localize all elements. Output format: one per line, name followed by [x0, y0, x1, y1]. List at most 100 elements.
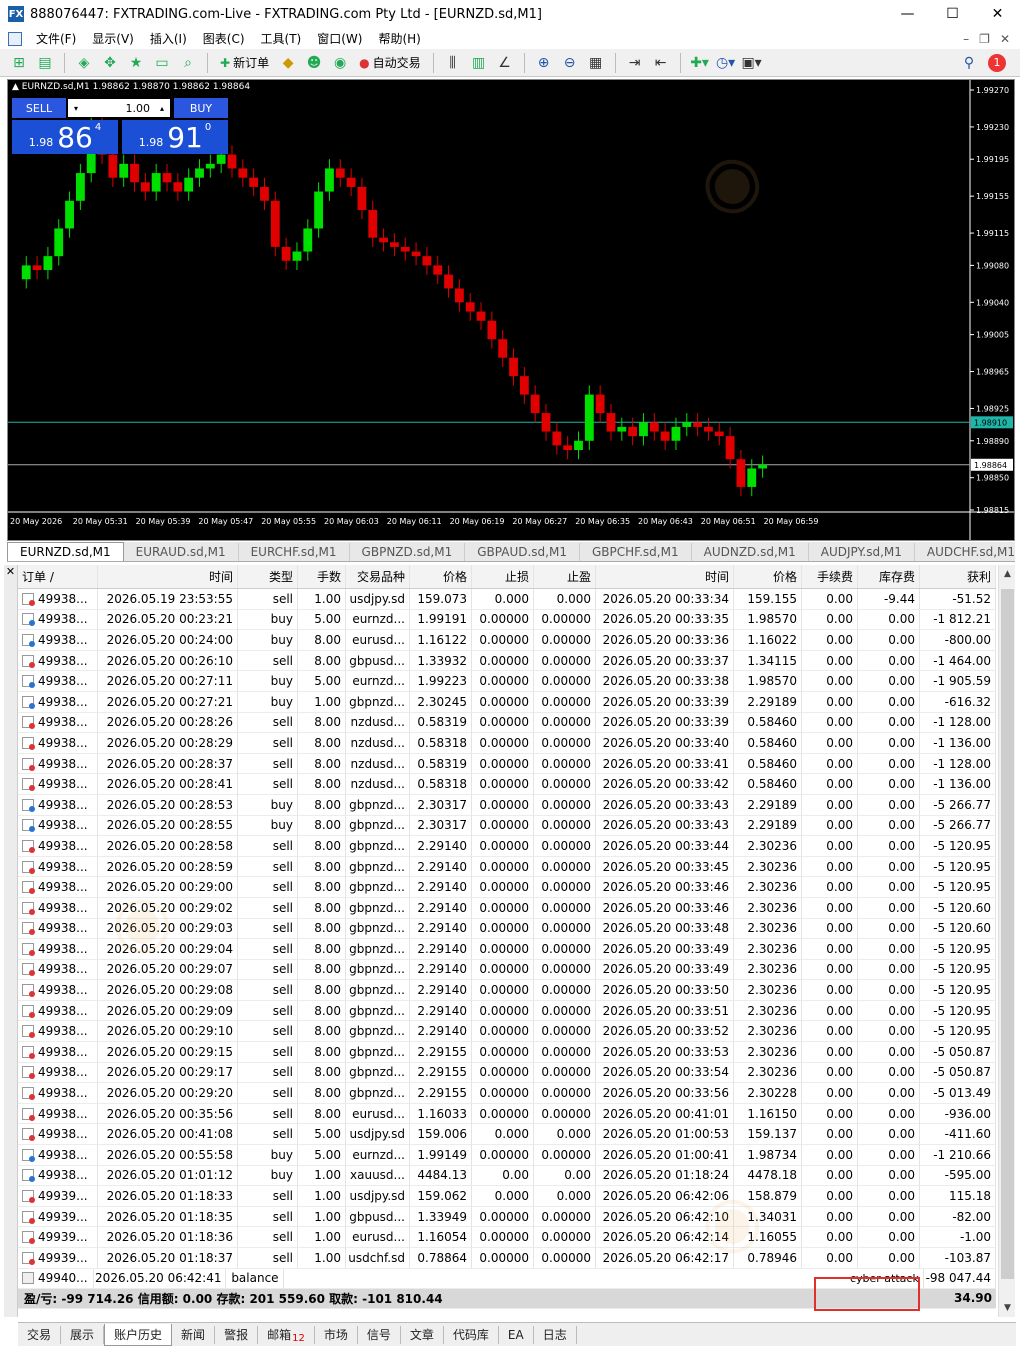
table-row[interactable]: 49938... 2026.05.20 00:28:53 buy 8.00 gbpnzd… [18, 794, 996, 816]
table-row[interactable]: 49938... 2026.05.20 00:28:55 buy 8.00 gbpnzd… [18, 815, 996, 837]
notification-badge[interactable]: 1 [988, 53, 1006, 72]
column-header[interactable]: 获利 [920, 565, 996, 588]
chart-tab[interactable]: AUDCHF.sd,M1 [915, 543, 1020, 561]
terminal-tab[interactable]: EA [499, 1325, 534, 1344]
auto-scroll-icon[interactable]: ⇥ [624, 52, 646, 74]
sell-price-display[interactable]: 1.98 86 4 [12, 120, 118, 154]
chart-tab[interactable]: GBPAUD.sd,M1 [465, 543, 580, 561]
scroll-up-icon[interactable]: ▲ [999, 569, 1016, 585]
vps-icon[interactable]: ◉ [329, 52, 351, 74]
table-row[interactable]: 49939... 2026.05.20 01:18:33 sell 1.00 usdjp… [18, 1186, 996, 1207]
mdi-minimize-icon[interactable]: – [963, 32, 969, 46]
vertical-scrollbar[interactable]: ▲ ▼ [998, 565, 1015, 1317]
new-order-button[interactable]: ✚ 新订单 [216, 54, 273, 71]
lot-input[interactable]: 1.00 [84, 99, 154, 117]
table-row[interactable]: 49938... 2026.05.20 00:29:07 sell 8.00 gbpnz… [18, 959, 996, 981]
templates-icon[interactable]: ▣▾ [741, 52, 763, 74]
terminal-tab[interactable]: 交易 [18, 1325, 62, 1344]
crosshair-icon[interactable]: ✥ [99, 52, 121, 74]
terminal-tab[interactable]: 展示 [61, 1325, 105, 1344]
table-row[interactable]: 49938... 2026.05.20 00:26:10 sell 8.00 gbpus… [18, 650, 996, 672]
table-row[interactable]: 49938... 2026.05.20 00:27:21 buy 1.00 gbpnzd… [18, 691, 996, 713]
minimize-button[interactable]: — [885, 0, 930, 28]
chart-tab[interactable]: EURNZD.sd,M1 [7, 542, 124, 561]
scroll-down-icon[interactable]: ▼ [999, 1303, 1016, 1319]
table-row[interactable]: 49938... 2026.05.20 00:29:00 sell 8.00 gbpnz… [18, 877, 996, 898]
column-header[interactable]: 时间 [596, 565, 734, 588]
terminal-tab[interactable]: 邮箱 12 [258, 1325, 315, 1344]
column-header[interactable]: 库存费 [858, 565, 920, 588]
table-row[interactable]: 49938... 2026.05.20 00:29:04 sell 8.00 gbpnz… [18, 939, 996, 960]
table-row[interactable]: 49938... 2026.05.20 00:29:09 sell 8.00 gbpnz… [18, 1000, 996, 1022]
table-row[interactable]: 49938... 2026.05.20 00:28:26 sell 8.00 nzdus… [18, 712, 996, 734]
chart-tab[interactable]: EURAUD.sd,M1 [124, 543, 239, 561]
table-row[interactable]: 49938... 2026.05.20 00:28:59 sell 8.00 gbpnz… [18, 856, 996, 878]
terminal-icon[interactable]: ▭ [151, 52, 173, 74]
lot-increase-button[interactable]: ▴ [154, 99, 170, 117]
menu-item[interactable]: 插入(I) [142, 30, 195, 47]
buy-button[interactable]: BUY [174, 98, 228, 118]
new-chart-icon[interactable]: ⊞ [8, 52, 30, 74]
price-chart[interactable]: 1.99270 1.99230 1.99195 1.99155 1.99115 1.990… [7, 79, 1015, 541]
periods-icon[interactable]: ◷▾ [715, 52, 737, 74]
terminal-tab[interactable]: 文章 [401, 1325, 444, 1344]
buy-price-display[interactable]: 1.98 91 0 [122, 120, 228, 154]
signals-icon[interactable]: ☻ [303, 52, 325, 74]
table-row[interactable]: 49938... 2026.05.20 00:29:15 sell 8.00 gbpnz… [18, 1042, 996, 1063]
table-row[interactable]: 49938... 2026.05.20 00:29:10 sell 8.00 gbpnz… [18, 1021, 996, 1043]
menu-item[interactable]: 帮助(H) [370, 30, 428, 47]
terminal-tab[interactable]: 代码库 [444, 1325, 499, 1344]
menu-item[interactable]: 工具(T) [253, 30, 310, 47]
table-row[interactable]: 49938... 2026.05.20 00:29:02 sell 8.00 gbpnz… [18, 897, 996, 919]
chart-shift-icon[interactable]: ⇤ [650, 52, 672, 74]
chart-tab[interactable]: AUDJPY.sd,M1 [809, 543, 915, 561]
table-row[interactable]: 49939... 2026.05.20 01:18:37 sell 1.00 usdch… [18, 1248, 996, 1269]
terminal-tab[interactable]: 警报 [215, 1325, 259, 1344]
indicators-icon[interactable]: ✚▾ [689, 52, 711, 74]
mdi-restore-icon[interactable]: ❐ [979, 32, 990, 46]
zoom-out-icon[interactable]: ⊖ [559, 52, 581, 74]
maximize-button[interactable]: ☐ [930, 0, 975, 28]
table-row[interactable]: 49938... 2026.05.20 00:28:58 sell 8.00 gbpnz… [18, 836, 996, 857]
column-header[interactable]: 止盈 [534, 565, 596, 588]
chart-tab[interactable]: GBPCHF.sd,M1 [580, 543, 692, 561]
table-row[interactable]: 49938... 2026.05.20 00:41:08 sell 5.00 usdjp… [18, 1124, 996, 1146]
chart-tab[interactable]: GBPNZD.sd,M1 [350, 543, 466, 561]
table-row[interactable]: 49938... 2026.05.20 00:28:29 sell 8.00 nzdus… [18, 733, 996, 754]
table-row[interactable]: 49938... 2026.05.20 00:29:20 sell 8.00 gbpnz… [18, 1083, 996, 1104]
navigator-icon[interactable]: ★ [125, 52, 147, 74]
zoom-in-icon[interactable]: ⊕ [533, 52, 555, 74]
mdi-close-icon[interactable]: ✕ [1000, 32, 1010, 46]
chart-tab[interactable]: AUDNZD.sd,M1 [692, 543, 809, 561]
column-header[interactable]: 止损 [472, 565, 534, 588]
market-watch-icon[interactable]: ◈ [73, 52, 95, 74]
terminal-close-icon[interactable]: ✕ [4, 565, 17, 578]
table-row[interactable]: 49938... 2026.05.20 00:35:56 sell 8.00 eurus… [18, 1103, 996, 1125]
terminal-tab[interactable]: 信号 [358, 1325, 401, 1344]
bar-chart-icon[interactable]: ⫼ [442, 52, 464, 74]
table-row[interactable]: 49938... 2026.05.20 00:29:03 sell 8.00 gbpnz… [18, 918, 996, 940]
table-row[interactable]: 49938... 2026.05.20 00:29:08 sell 8.00 gbpnz… [18, 980, 996, 1001]
table-row[interactable]: 49939... 2026.05.20 01:18:35 sell 1.00 gbpus… [18, 1206, 996, 1228]
table-row[interactable]: 49938... 2026.05.20 00:27:11 buy 5.00 eurnzd… [18, 671, 996, 692]
table-row[interactable]: 49938... 2026.05.20 00:28:41 sell 8.00 nzdus… [18, 774, 996, 795]
terminal-tab[interactable]: 新闻 [172, 1325, 216, 1344]
terminal-tab[interactable]: 日志 [534, 1325, 577, 1344]
column-header[interactable]: 价格 [734, 565, 802, 588]
chart-tab[interactable]: EURCHF.sd,M1 [239, 543, 350, 561]
column-header[interactable]: 交易品种 [346, 565, 410, 588]
table-row[interactable]: 49938... 2026.05.20 01:01:12 buy 1.00 xauusd… [18, 1165, 996, 1187]
scrollbar-thumb[interactable] [1001, 589, 1014, 1279]
table-row[interactable]: 49938... 2026.05.20 00:23:21 buy 5.00 eurnzd… [18, 609, 996, 631]
sell-button[interactable]: SELL [12, 98, 66, 118]
profiles-icon[interactable]: ▤ [34, 52, 56, 74]
menu-item[interactable]: 窗口(W) [309, 30, 370, 47]
menu-item[interactable]: 文件(F) [28, 30, 84, 47]
meta-editor-icon[interactable]: ◆ [277, 52, 299, 74]
lot-decrease-button[interactable]: ▾ [68, 99, 84, 117]
column-header[interactable]: 订单 / [18, 565, 98, 588]
column-header[interactable]: 手数 [298, 565, 346, 588]
menu-item[interactable]: 显示(V) [84, 30, 142, 47]
terminal-tab[interactable]: 市场 [315, 1325, 358, 1344]
terminal-tab[interactable]: 账户历史 [104, 1323, 173, 1346]
